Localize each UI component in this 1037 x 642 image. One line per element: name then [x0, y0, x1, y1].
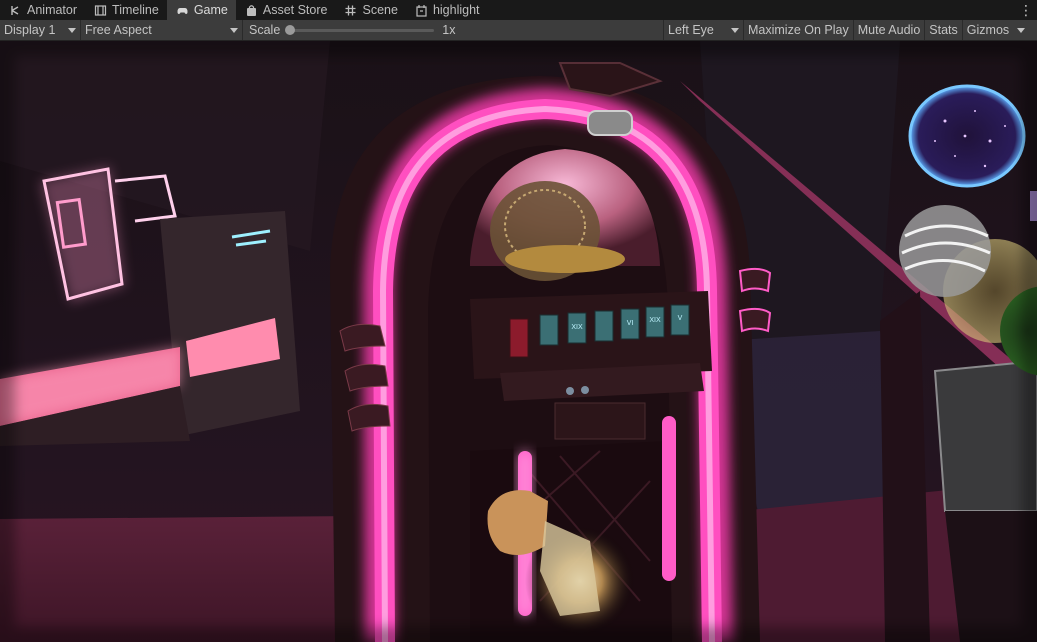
scale-control: Scale 1x	[243, 20, 664, 40]
inner-neon-tube-right	[662, 416, 676, 581]
chevron-down-icon	[731, 27, 739, 33]
scale-label: Scale	[249, 23, 281, 37]
tab-label: Animator	[27, 3, 78, 17]
selector-button[interactable]	[594, 310, 614, 342]
eye-dropdown-label: Left Eye	[668, 23, 714, 37]
animator-icon	[9, 4, 22, 17]
knob[interactable]	[566, 387, 574, 395]
mute-audio-label: Mute Audio	[857, 23, 921, 37]
chevron-down-icon	[1017, 27, 1026, 33]
side-fin-right	[738, 267, 772, 293]
gizmos-dropdown[interactable]: Gizmos	[963, 20, 1029, 40]
custom-window-icon	[415, 4, 428, 17]
stats-label: Stats	[929, 23, 958, 37]
aspect-dropdown[interactable]: Free Aspect	[81, 20, 243, 40]
gizmos-label: Gizmos	[966, 23, 1010, 37]
tab-highlight[interactable]: highlight	[406, 0, 488, 20]
metal-case	[933, 359, 1037, 512]
display-dropdown-label: Display 1	[4, 23, 56, 37]
knob[interactable]	[581, 386, 589, 394]
floor-left	[0, 516, 360, 642]
turntable	[505, 245, 625, 273]
mute-audio-toggle[interactable]: Mute Audio	[854, 20, 926, 40]
tab-game[interactable]: Game	[166, 0, 236, 20]
tab-bar-spacer	[488, 0, 1015, 20]
tab-timeline[interactable]: Timeline	[85, 0, 167, 20]
vr-hand[interactable]	[487, 490, 549, 555]
tab-scene[interactable]: Scene	[335, 0, 405, 20]
side-fin-right	[738, 307, 772, 333]
game-toolbar: Display 1 Free Aspect Scale 1x Left Eye …	[0, 20, 1037, 41]
selector-button-red[interactable]	[509, 318, 529, 358]
selector-button[interactable]	[539, 314, 559, 346]
tab-asset-store[interactable]: Asset Store	[236, 0, 336, 20]
gamepad-icon	[176, 4, 189, 17]
aspect-dropdown-label: Free Aspect	[85, 23, 152, 37]
jukebox-top-light	[587, 110, 633, 136]
game-view-window: Animator Timeline Game Asset Store Scene	[0, 0, 1037, 642]
selector-label: XIX	[649, 317, 661, 324]
chevron-down-icon	[68, 27, 76, 33]
tab-label: Asset Store	[262, 3, 328, 17]
shopping-bag-icon	[245, 4, 258, 17]
maximize-on-play-toggle[interactable]: Maximize On Play	[744, 20, 854, 40]
scale-slider-thumb[interactable]	[285, 24, 296, 35]
chevron-down-icon	[230, 27, 238, 33]
game-viewport[interactable]: XIX VI XIX V	[0, 41, 1037, 642]
scale-slider[interactable]	[285, 24, 435, 35]
timeline-icon	[94, 4, 107, 17]
editor-tab-bar: Animator Timeline Game Asset Store Scene	[0, 0, 1037, 20]
tab-label: Timeline	[112, 3, 159, 17]
scale-value: 1x	[442, 23, 456, 37]
coin-slot-panel	[554, 402, 646, 440]
maximize-on-play-label: Maximize On Play	[748, 23, 849, 37]
display-dropdown[interactable]: Display 1	[0, 20, 81, 40]
more-options-icon[interactable]: ⋮	[1015, 0, 1037, 20]
tab-label: Scene	[362, 3, 398, 17]
tab-label: highlight	[432, 3, 480, 17]
selector-label: V	[678, 315, 683, 322]
tab-label: Game	[193, 3, 228, 17]
hash-grid-icon	[344, 4, 357, 17]
selector-label: VI	[627, 320, 634, 327]
tab-animator[interactable]: Animator	[0, 0, 85, 20]
striped-sphere[interactable]	[899, 205, 991, 297]
eye-dropdown[interactable]: Left Eye	[664, 20, 744, 40]
stats-toggle[interactable]: Stats	[925, 20, 963, 40]
selector-label: XIX	[571, 324, 583, 331]
